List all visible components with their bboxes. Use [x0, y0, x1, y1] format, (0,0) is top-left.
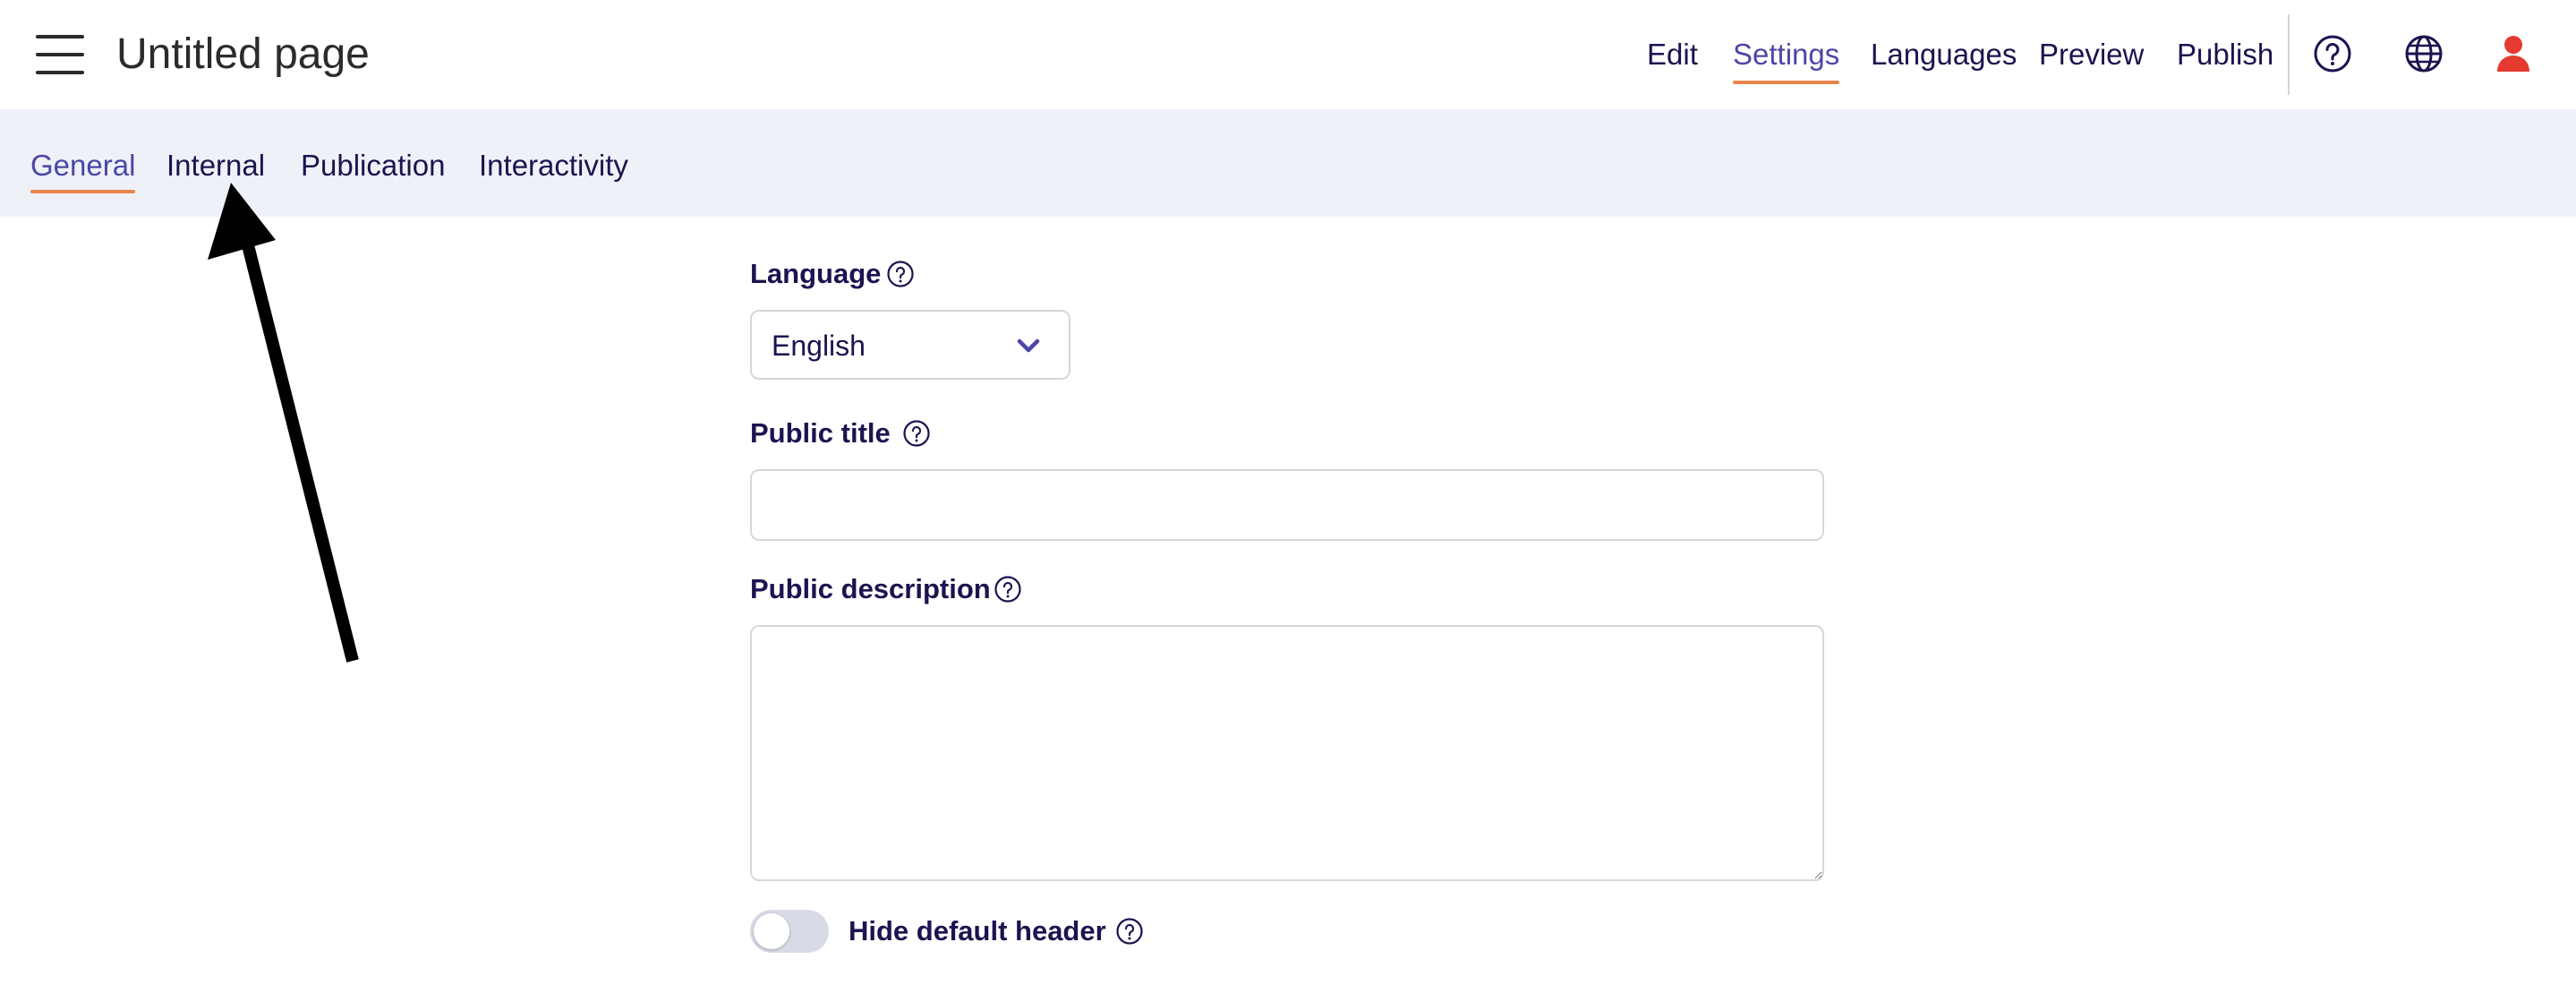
- language-help-icon[interactable]: [886, 260, 915, 288]
- nav-settings[interactable]: Settings: [1733, 27, 1840, 84]
- language-select[interactable]: English: [750, 310, 1070, 380]
- hide-header-help-icon[interactable]: [1115, 917, 1144, 946]
- nav-languages[interactable]: Languages: [1871, 27, 2017, 82]
- public-description-textarea[interactable]: [750, 625, 1824, 881]
- hide-header-label: Hide default header: [849, 915, 1106, 946]
- user-icon[interactable]: [2492, 32, 2535, 75]
- toggle-knob: [754, 913, 789, 949]
- tab-general[interactable]: General: [30, 143, 136, 193]
- public-title-input[interactable]: [750, 469, 1824, 541]
- page-title: Untitled page: [116, 30, 370, 78]
- tab-publication[interactable]: Publication: [301, 143, 445, 188]
- tab-internal[interactable]: Internal: [166, 143, 265, 188]
- public-title-label: Public title: [750, 417, 891, 449]
- language-select-value: English: [772, 330, 866, 362]
- tab-interactivity[interactable]: Interactivity: [479, 143, 628, 188]
- help-icon[interactable]: [2311, 32, 2354, 75]
- top-bar: Untitled page Edit Settings Languages Pr…: [0, 0, 2576, 109]
- public-title-help-icon[interactable]: [902, 419, 931, 448]
- public-description-help-icon[interactable]: [994, 575, 1022, 604]
- hamburger-menu-icon[interactable]: [34, 32, 88, 77]
- nav-edit[interactable]: Edit: [1647, 27, 1698, 82]
- nav-publish[interactable]: Publish: [2177, 27, 2273, 82]
- header-divider: [2288, 14, 2290, 95]
- hide-header-toggle[interactable]: [750, 910, 829, 953]
- nav-preview[interactable]: Preview: [2039, 27, 2144, 82]
- settings-subtabs: General Internal Publication Interactivi…: [0, 109, 2576, 217]
- language-label: Language: [750, 258, 882, 289]
- chevron-down-icon: [1017, 338, 1040, 353]
- public-description-label: Public description: [750, 573, 991, 604]
- globe-icon[interactable]: [2402, 32, 2445, 75]
